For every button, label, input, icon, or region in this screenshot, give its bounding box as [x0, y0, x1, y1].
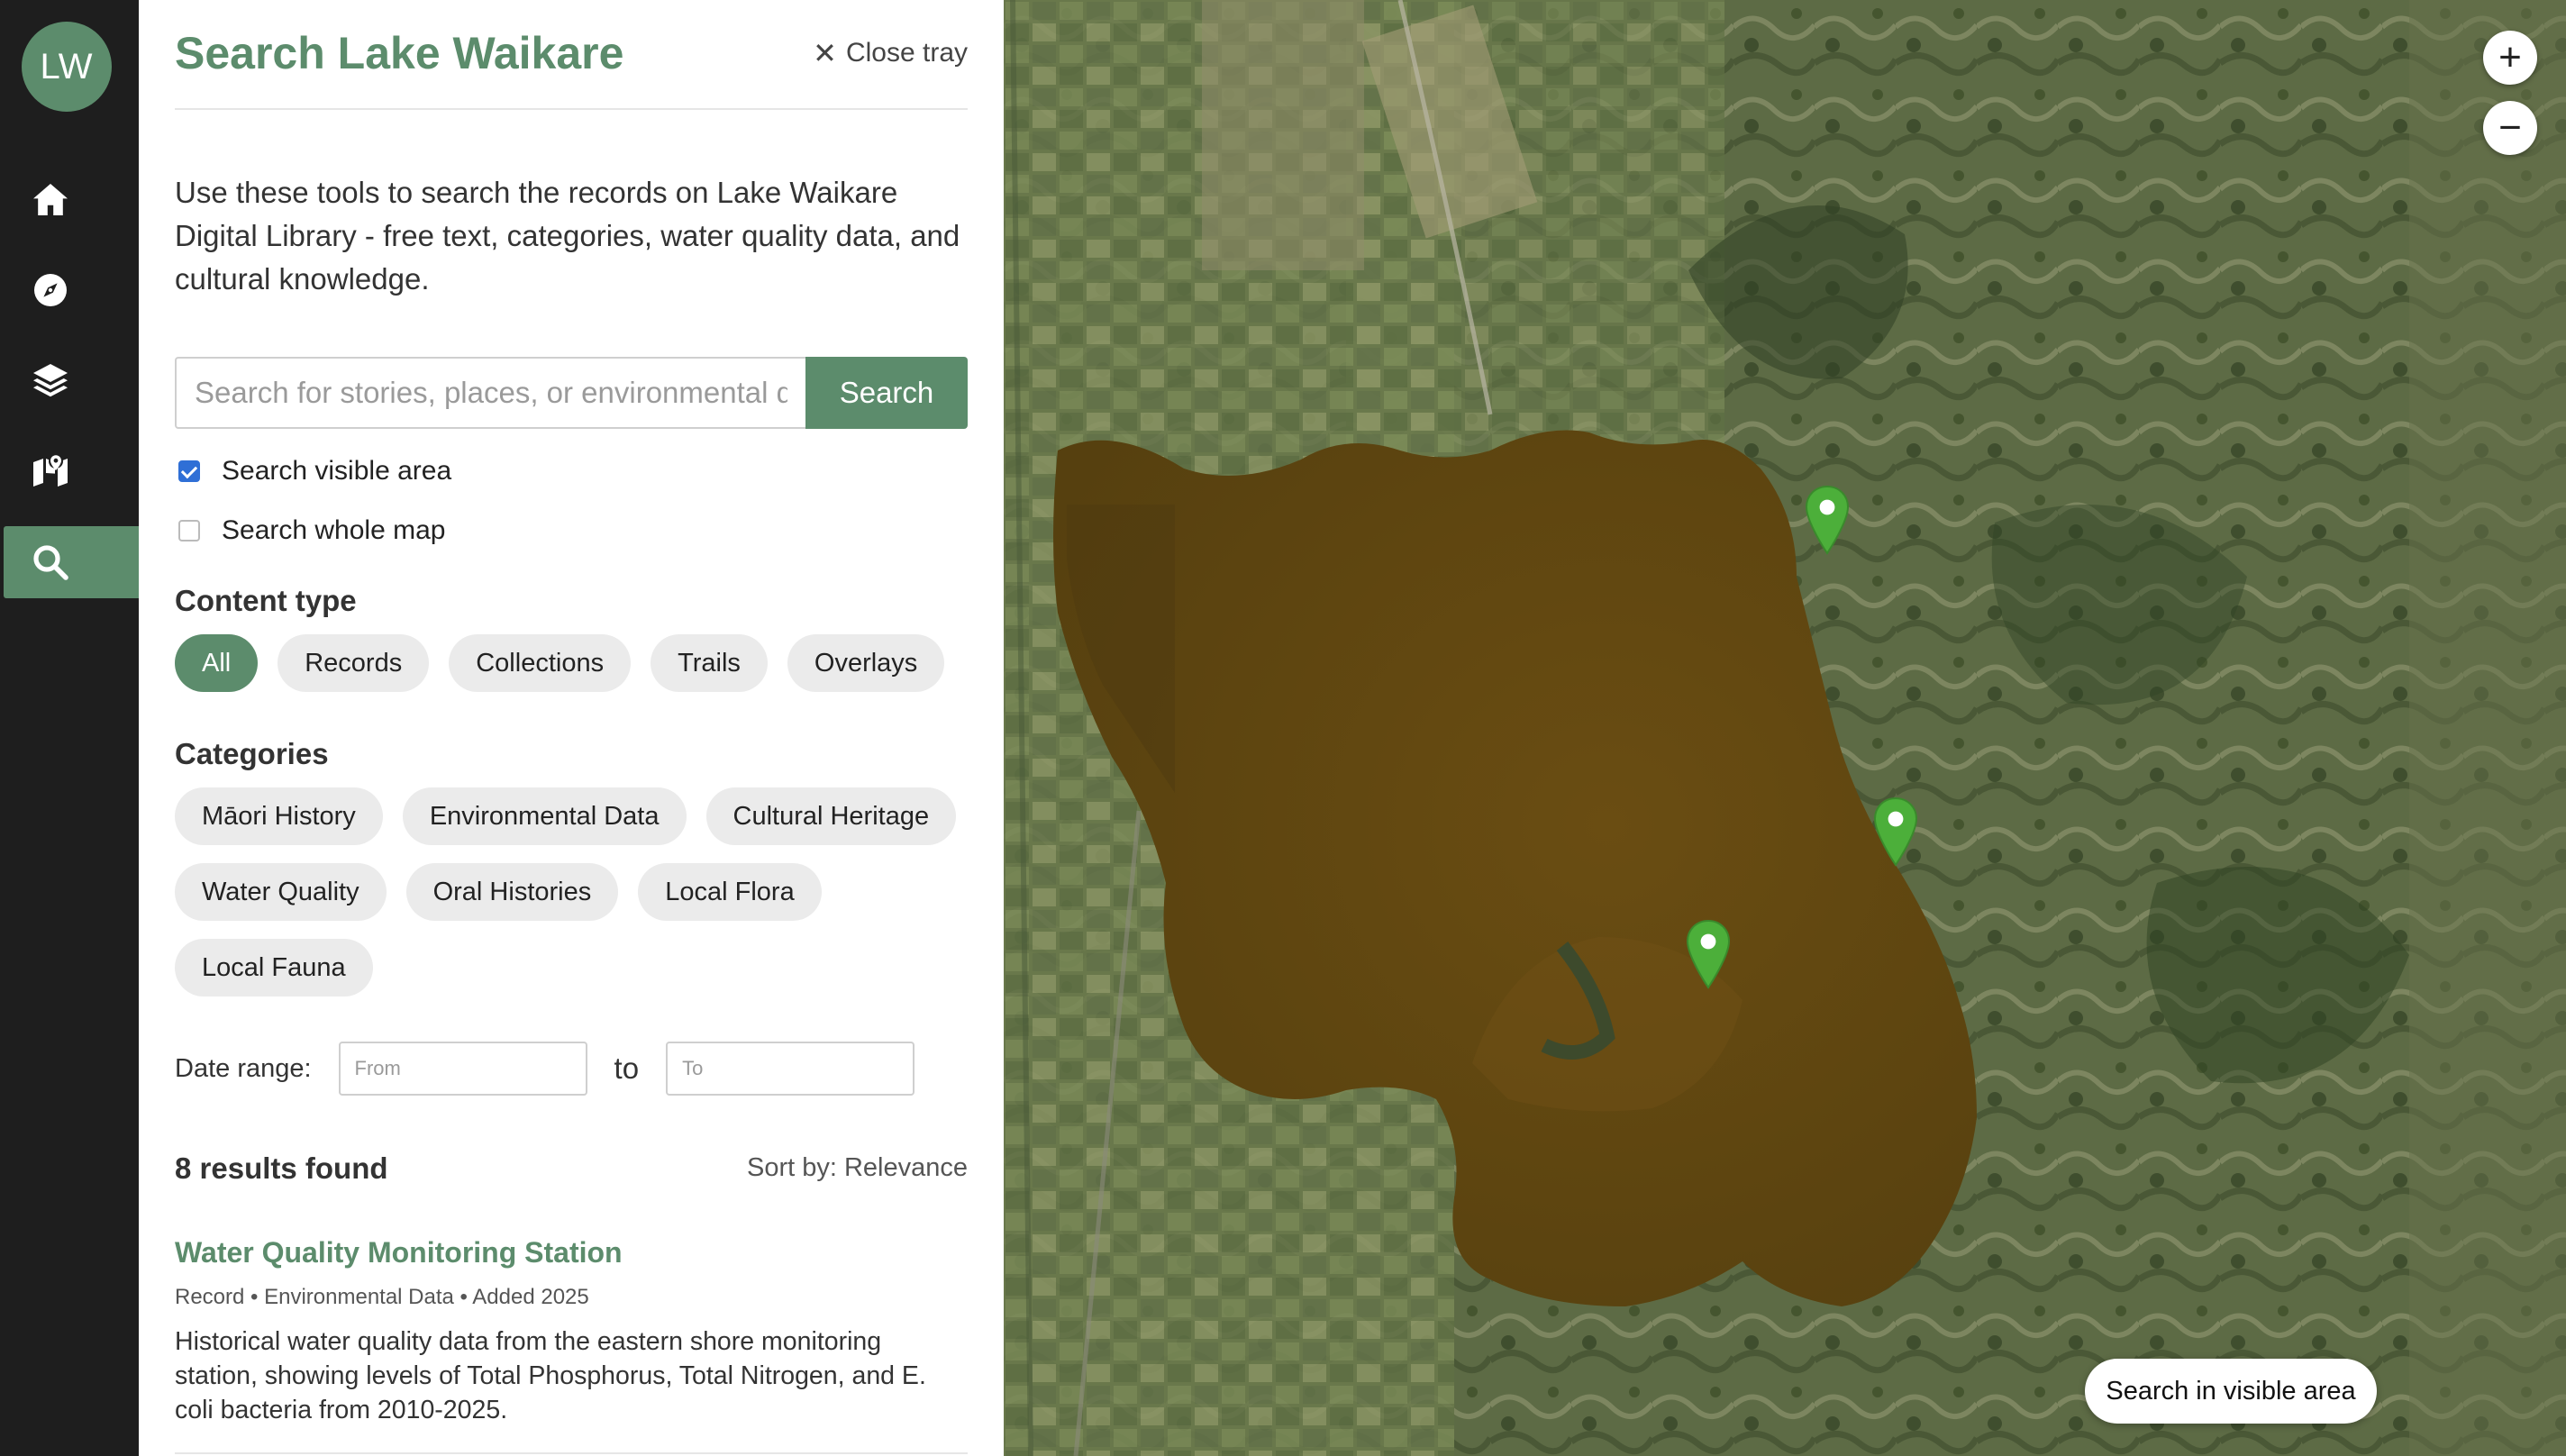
tray-title: Search Lake Waikare: [175, 28, 624, 78]
content-type-trails[interactable]: Trails: [651, 634, 768, 692]
result-title-link[interactable]: Water Quality Monitoring Station: [175, 1236, 623, 1269]
divider: [175, 108, 968, 110]
zoom-out-button[interactable]: −: [2483, 101, 2537, 155]
content-type-filters: All Records Collections Trails Overlays: [175, 634, 945, 692]
results-count: 8 results found: [175, 1151, 388, 1185]
close-icon: ✕: [813, 37, 837, 69]
category-local-flora[interactable]: Local Flora: [638, 863, 822, 921]
category-environmental-data[interactable]: Environmental Data: [402, 787, 687, 845]
category-maori-history[interactable]: Māori History: [175, 787, 383, 845]
search-visible-area-button[interactable]: Search in visible area: [2085, 1359, 2377, 1424]
scope-whole-checkbox[interactable]: [178, 520, 200, 541]
category-filters-row-3: Local Fauna: [175, 939, 373, 996]
search-input[interactable]: [175, 357, 805, 429]
content-type-heading: Content type: [175, 584, 357, 617]
close-tray-label: Close tray: [845, 38, 968, 68]
satellite-map[interactable]: + − Search in visible area: [1004, 0, 2566, 1456]
map-pin-marker[interactable]: [1685, 919, 1732, 989]
search-icon: [33, 545, 68, 580]
date-to-label: to: [614, 1051, 640, 1085]
result-description: Historical water quality data from the e…: [175, 1327, 926, 1424]
category-local-fauna[interactable]: Local Fauna: [175, 939, 373, 996]
app-logo[interactable]: LW: [22, 22, 112, 112]
category-cultural-heritage[interactable]: Cultural Heritage: [705, 787, 957, 845]
content-type-overlays[interactable]: Overlays: [787, 634, 945, 692]
nav-map-button[interactable]: [4, 434, 148, 506]
scope-visible-label: Search visible area: [222, 456, 452, 486]
category-filters-row-1: Māori History Environmental Data Cultura…: [175, 787, 957, 845]
search-button[interactable]: Search: [805, 357, 968, 429]
categories-heading: Categories: [175, 737, 329, 770]
map-pin-marker[interactable]: [1872, 796, 1919, 867]
zoom-in-button[interactable]: +: [2483, 31, 2537, 85]
close-tray-button[interactable]: ✕ Close tray: [813, 36, 968, 70]
scope-whole-row[interactable]: Search whole map: [175, 515, 445, 546]
intro-text: Use these tools to search the records on…: [175, 176, 960, 296]
scope-visible-checkbox[interactable]: [178, 460, 200, 482]
category-oral-histories[interactable]: Oral Histories: [405, 863, 619, 921]
map-icon: [33, 454, 68, 487]
content-type-all[interactable]: All: [175, 634, 259, 692]
date-to-input[interactable]: [666, 1042, 915, 1096]
nav-layers-button[interactable]: [4, 344, 148, 416]
compass-icon: [34, 274, 67, 306]
scope-visible-row[interactable]: Search visible area: [175, 456, 451, 487]
content-type-records[interactable]: Records: [278, 634, 430, 692]
nav-search-button[interactable]: [4, 526, 148, 598]
map-pin-marker[interactable]: [1804, 485, 1851, 555]
content-type-collections[interactable]: Collections: [449, 634, 632, 692]
scope-whole-label: Search whole map: [222, 515, 446, 545]
category-filters-row-2: Water Quality Oral Histories Local Flora: [175, 863, 822, 921]
category-water-quality[interactable]: Water Quality: [175, 863, 387, 921]
search-tray: Search Lake Waikare ✕ Close tray Use the…: [139, 0, 1004, 1456]
nav-explore-button[interactable]: [4, 254, 148, 326]
satellite-imagery: [1004, 0, 2566, 1456]
search-bar: Search: [175, 357, 968, 429]
date-range: Date range: to: [175, 1042, 915, 1096]
nav-rail: LW: [0, 0, 148, 1456]
divider: [175, 1452, 968, 1454]
date-range-label: Date range:: [175, 1053, 312, 1083]
sort-dropdown[interactable]: Sort by: Relevance: [747, 1153, 968, 1183]
nav-home-button[interactable]: [4, 164, 148, 236]
date-from-input[interactable]: [338, 1042, 587, 1096]
home-icon: [33, 184, 68, 215]
layers-icon: [33, 364, 68, 397]
result-meta: Record • Environmental Data • Added 2025: [175, 1285, 589, 1309]
